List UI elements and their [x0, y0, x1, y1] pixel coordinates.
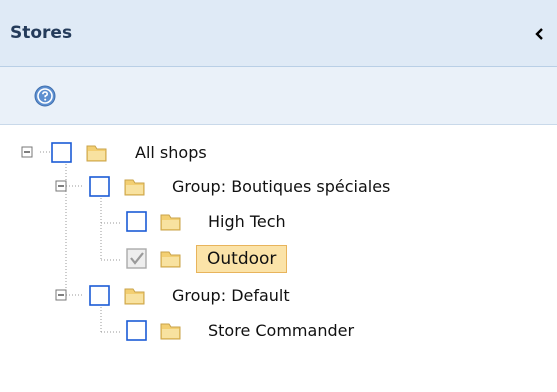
checkbox-group-boutiques[interactable] [89, 176, 110, 197]
tree-node-all-shops [21, 142, 107, 163]
help-icon[interactable] [33, 84, 57, 108]
toolbar [0, 67, 557, 125]
checkbox-all-shops[interactable] [51, 142, 72, 163]
folder-icon [124, 179, 145, 196]
folder-icon [86, 145, 107, 162]
checkbox-store-commander[interactable] [126, 320, 147, 341]
stores-tree: All shops Group: Boutiques spéciales Hig… [0, 125, 557, 392]
panel-title: Stores [10, 23, 73, 43]
folder-icon [160, 323, 181, 340]
stores-panel: Stores All shops Group: Boutiques spécia… [0, 0, 557, 392]
collapse-toggle-group-default[interactable] [55, 289, 67, 301]
tree-node-store-commander [126, 320, 181, 341]
tree-label-outdoor[interactable]: Outdoor [196, 245, 288, 273]
tree-label-store-commander[interactable]: Store Commander [208, 320, 354, 342]
tree-node-outdoor [126, 248, 181, 269]
tree-label-high-tech[interactable]: High Tech [208, 211, 286, 233]
tree-label-group-boutiques[interactable]: Group: Boutiques spéciales [172, 176, 390, 198]
collapse-icon[interactable] [533, 27, 547, 41]
tree-label-group-default[interactable]: Group: Default [172, 285, 290, 307]
checkbox-high-tech[interactable] [126, 211, 147, 232]
collapse-toggle-group-boutiques[interactable] [55, 180, 67, 192]
folder-icon [160, 214, 181, 231]
checkbox-outdoor[interactable] [126, 248, 147, 269]
folder-icon [124, 288, 145, 305]
tree-node-high-tech [126, 211, 181, 232]
tree-label-all-shops[interactable]: All shops [135, 142, 207, 164]
checkbox-group-default[interactable] [89, 285, 110, 306]
collapse-toggle-all-shops[interactable] [21, 146, 33, 158]
folder-icon [160, 251, 181, 268]
panel-header: Stores [0, 0, 557, 67]
